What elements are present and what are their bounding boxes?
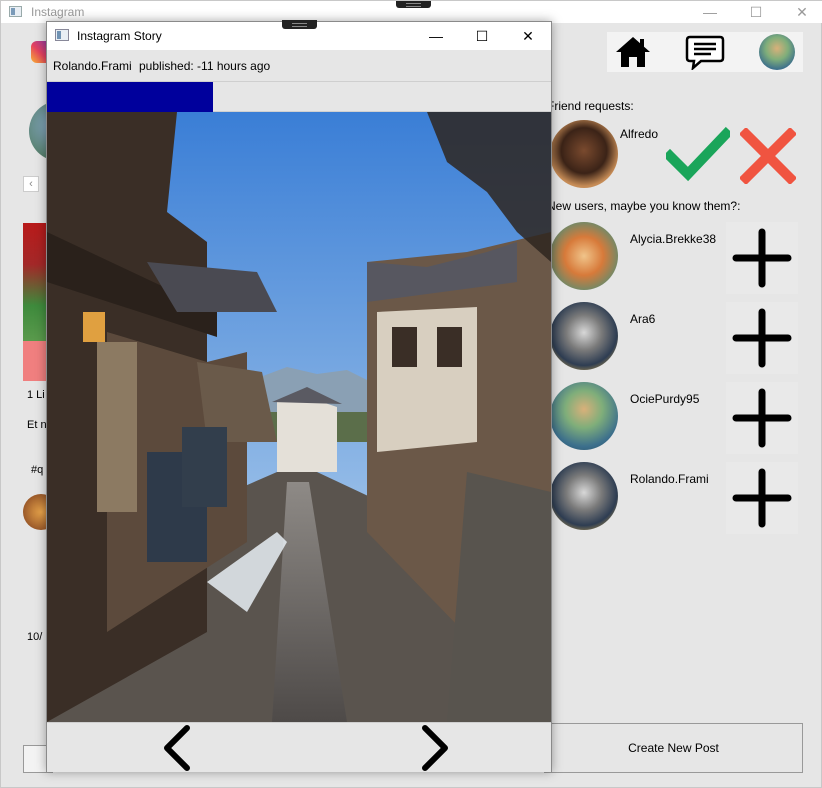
story-window-title: Instagram Story (77, 29, 162, 43)
plus-icon (732, 308, 792, 368)
add-user-button[interactable] (726, 302, 798, 374)
friend-requests-label: Friend requests: (547, 99, 634, 113)
chat-icon (685, 35, 725, 70)
next-story-button[interactable] (405, 723, 465, 773)
street-photo (47, 112, 551, 722)
suggestion-row: Rolando.Frami (550, 462, 810, 534)
add-user-button[interactable] (726, 462, 798, 534)
suggestion-username: Alycia.Brekke38 (630, 232, 717, 246)
suggestion-row: Alycia.Brekke38 (550, 222, 810, 294)
window-grip[interactable] (396, 1, 431, 8)
story-window: Instagram Story — ☐ ✕ Rolando.Frami publ… (46, 20, 552, 772)
add-user-button[interactable] (726, 382, 798, 454)
home-icon (616, 37, 650, 67)
close-icon (738, 126, 798, 186)
avatar[interactable] (550, 382, 618, 450)
maximize-button[interactable]: ☐ (733, 1, 779, 23)
plus-icon (732, 388, 792, 448)
close-button[interactable]: ✕ (505, 22, 551, 50)
story-progress (47, 82, 551, 112)
suggestion-username: Ara6 (630, 312, 656, 326)
main-titlebar[interactable]: Instagram — ☐ ✕ (1, 1, 822, 23)
minimize-button[interactable]: — (687, 1, 733, 23)
app-icon (55, 29, 69, 41)
app-icon (9, 6, 22, 17)
story-image (47, 112, 551, 722)
suggestion-username: Rolando.Frami (630, 472, 709, 486)
post-caption: Et n (27, 419, 47, 431)
story-info: Rolando.Frami published: -11 hours ago (47, 50, 551, 82)
close-button[interactable]: ✕ (779, 1, 822, 23)
messages-button[interactable] (685, 34, 725, 70)
avatar[interactable] (550, 222, 618, 290)
story-published-time: published: -11 hours ago (139, 59, 271, 73)
top-nav (607, 32, 803, 72)
plus-icon (732, 228, 792, 288)
add-user-button[interactable] (726, 222, 798, 294)
story-navigation (47, 722, 551, 772)
post-tags: #q (31, 464, 44, 476)
create-post-button[interactable]: Create New Post (544, 723, 803, 773)
minimize-button[interactable]: — (413, 22, 459, 50)
story-titlebar[interactable]: Instagram Story — ☐ ✕ (47, 20, 551, 50)
suggestion-username: OciePurdy95 (630, 392, 700, 406)
avatar[interactable] (550, 120, 618, 188)
reject-button[interactable] (738, 126, 798, 186)
window-grip[interactable] (282, 20, 317, 29)
avatar[interactable] (550, 302, 618, 370)
home-button[interactable] (613, 34, 653, 70)
story-author: Rolando.Frami (53, 59, 132, 73)
profile-button[interactable] (757, 34, 797, 70)
previous-story-button[interactable] (147, 723, 207, 773)
chevron-left-icon[interactable]: ‹ (23, 176, 39, 192)
suggestion-row: OciePurdy95 (550, 382, 810, 454)
post-date: 10/ (27, 631, 43, 643)
story-progress-fill (47, 82, 214, 112)
suggestions-label: New users, maybe you know them?: (547, 199, 741, 213)
maximize-button[interactable]: ☐ (459, 22, 505, 50)
checkmark-icon (662, 126, 734, 182)
avatar[interactable] (550, 462, 618, 530)
friend-request-username: Alfredo (620, 127, 659, 141)
friend-request-row: Alfredo (550, 120, 810, 190)
avatar (759, 34, 795, 70)
plus-icon (732, 468, 792, 528)
accept-button[interactable] (662, 126, 734, 186)
chevron-left-icon (164, 725, 190, 771)
main-window-title: Instagram (31, 5, 85, 19)
likes-count: 1 Li (27, 389, 45, 401)
chevron-right-icon (422, 725, 448, 771)
suggestion-row: Ara6 (550, 302, 810, 374)
